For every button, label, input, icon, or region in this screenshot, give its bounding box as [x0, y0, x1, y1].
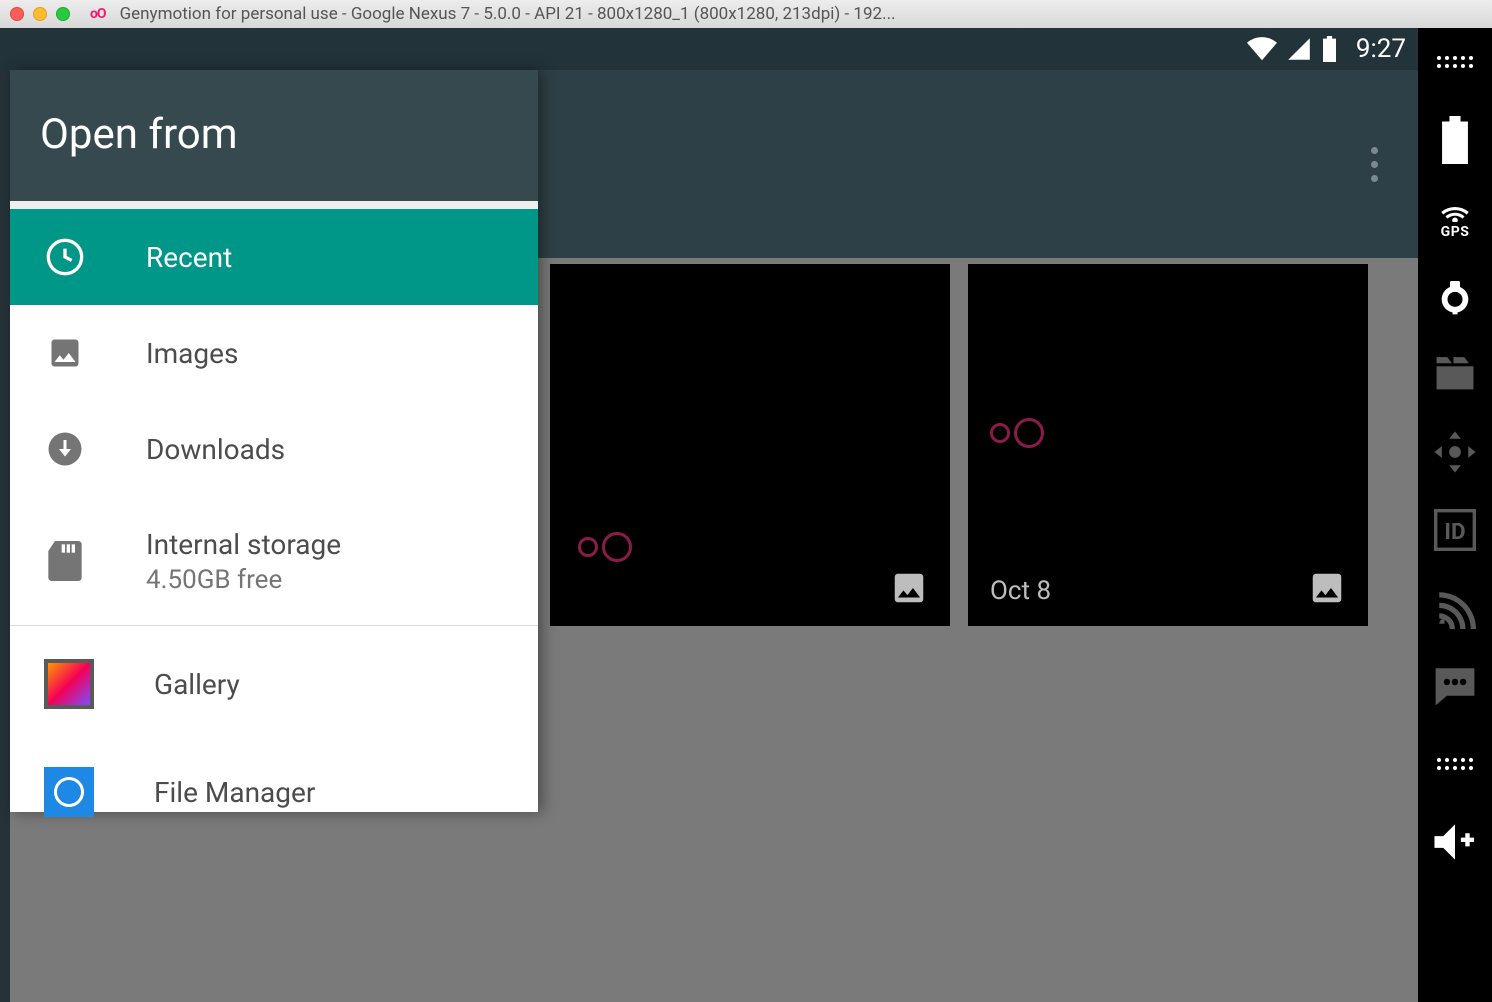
drawer-item-recent[interactable]: Recent: [10, 209, 538, 305]
device-screen: 9:27: [0, 28, 1418, 1002]
drawer-app-file-manager[interactable]: File Manager: [10, 742, 538, 842]
image-thumbnail[interactable]: [550, 264, 950, 626]
camera-widget-button[interactable]: [1433, 274, 1477, 318]
drawer-item-label: Images: [146, 337, 238, 370]
drawer-app-label: Gallery: [154, 668, 240, 701]
sdcard-icon: [44, 540, 86, 582]
drawer-item-downloads[interactable]: Downloads: [10, 401, 538, 497]
sidebar-drag-handle-icon[interactable]: [1433, 742, 1477, 786]
minimize-window-button[interactable]: [33, 7, 47, 21]
zoom-window-button[interactable]: [56, 7, 70, 21]
divider: [10, 201, 538, 209]
left-gutter: [0, 70, 10, 1002]
drawer-item-internal-storage[interactable]: Internal storage 4.50GB free: [10, 497, 538, 625]
window-controls: [10, 7, 70, 21]
wifi-icon: [1247, 37, 1277, 61]
svg-text:ID: ID: [1444, 519, 1465, 545]
sidebar-drag-handle-icon[interactable]: [1433, 40, 1477, 84]
drawer-item-images[interactable]: Images: [10, 305, 538, 401]
drawer-app-label: File Manager: [154, 776, 315, 809]
battery-icon: [1321, 36, 1338, 62]
identifier-widget-button[interactable]: ID: [1433, 508, 1477, 552]
downloads-icon: [44, 428, 86, 470]
window-title: Genymotion for personal use - Google Nex…: [120, 4, 896, 24]
gps-label: GPS: [1441, 224, 1470, 240]
cellular-signal-icon: [1287, 37, 1311, 61]
drawer-title: Open from: [10, 70, 538, 201]
drawer-item-subtitle: 4.50GB free: [146, 565, 341, 595]
battery-widget-button[interactable]: [1433, 118, 1477, 162]
drawer-item-label: Internal storage: [146, 528, 341, 561]
drawer-app-gallery[interactable]: Gallery: [10, 626, 538, 742]
volume-up-button[interactable]: [1433, 820, 1477, 864]
gallery-app-icon: [44, 659, 94, 709]
mac-titlebar: o⁠O Genymotion for personal use - Google…: [0, 0, 1492, 28]
gps-widget-button[interactable]: GPS: [1433, 196, 1477, 240]
image-icon: [1308, 569, 1346, 614]
sms-widget-button[interactable]: [1433, 664, 1477, 708]
file-manager-app-icon: [44, 767, 94, 817]
overflow-menu-button[interactable]: [1371, 147, 1378, 182]
drawer-item-label: Recent: [146, 241, 232, 274]
genymotion-logo-icon: o⁠O: [90, 6, 106, 22]
status-clock: 9:27: [1356, 34, 1406, 64]
images-icon: [44, 332, 86, 374]
image-thumbnail[interactable]: Oct 8: [968, 264, 1368, 626]
thumbnail-date: Oct 8: [990, 576, 1051, 606]
image-icon: [890, 569, 928, 614]
open-from-drawer: Open from Recent Images: [10, 70, 538, 812]
android-status-bar: 9:27: [0, 28, 1418, 70]
recent-icon: [44, 236, 86, 278]
network-widget-button[interactable]: [1433, 586, 1477, 630]
screencast-widget-button[interactable]: [1433, 352, 1477, 396]
genymotion-sidebar: GPS ID: [1418, 28, 1492, 1002]
dpad-widget-button[interactable]: [1433, 430, 1477, 474]
drawer-item-label: Downloads: [146, 433, 285, 466]
close-window-button[interactable]: [10, 7, 24, 21]
